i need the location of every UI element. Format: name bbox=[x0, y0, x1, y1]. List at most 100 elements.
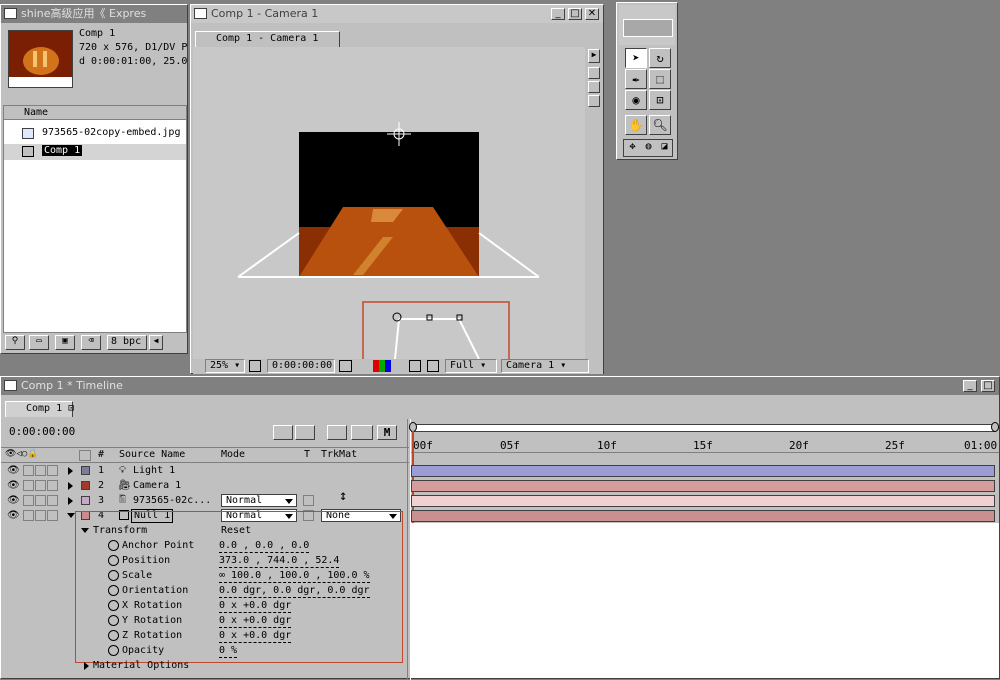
lock-switch[interactable] bbox=[47, 480, 58, 491]
work-area-end[interactable] bbox=[991, 422, 999, 432]
lock-switch[interactable] bbox=[47, 495, 58, 506]
transform-property-row[interactable]: Position 373.0 , 744.0 , 52.4 bbox=[1, 553, 409, 568]
rotation-tool-icon[interactable]: ↻ bbox=[649, 48, 671, 68]
expand-arrow-icon[interactable] bbox=[84, 662, 89, 670]
list-item[interactable]: Comp 1 bbox=[4, 144, 186, 160]
col-source-name[interactable]: Source Name bbox=[119, 449, 185, 460]
layer-name[interactable]: Light 1 bbox=[133, 463, 175, 478]
grid-icon[interactable] bbox=[588, 67, 600, 79]
transparency-icon[interactable] bbox=[427, 360, 439, 372]
layer-bar[interactable] bbox=[411, 495, 995, 507]
draft-3d-icon[interactable] bbox=[327, 425, 347, 440]
pen-tool-icon[interactable]: ✒ bbox=[625, 69, 647, 89]
stopwatch-icon[interactable] bbox=[108, 645, 119, 656]
property-value[interactable]: 0 x +0.0 dgr bbox=[219, 598, 292, 613]
eye-icon[interactable]: 👁 bbox=[7, 478, 20, 493]
snapshot-icon[interactable] bbox=[339, 360, 352, 372]
timeline-titlebar[interactable]: Comp 1 * Timeline _ □ bbox=[1, 377, 999, 395]
maximize-button[interactable]: □ bbox=[568, 8, 582, 20]
minimize-button[interactable]: _ bbox=[551, 8, 565, 20]
frame-blend-icon[interactable] bbox=[351, 425, 373, 440]
collapse-arrow-icon[interactable] bbox=[81, 528, 89, 533]
label-swatch[interactable] bbox=[81, 496, 90, 505]
expand-arrow-icon[interactable] bbox=[68, 467, 73, 475]
time-ruler[interactable]: 00f 05f 10f 15f 20f 25f 01:00 bbox=[411, 433, 999, 453]
scroll-left-icon[interactable]: ◀ bbox=[149, 335, 163, 350]
viewer-canvas[interactable] bbox=[193, 47, 585, 359]
viewer-timecode[interactable]: 0:00:00:00 bbox=[267, 359, 335, 373]
stopwatch-icon[interactable] bbox=[108, 555, 119, 566]
view-axis-icon[interactable]: ◪ bbox=[657, 141, 672, 155]
layer-row[interactable]: 👁 1 💡︎ Light 1 bbox=[1, 463, 409, 478]
tools-titlebar[interactable] bbox=[619, 5, 675, 45]
camera-view-select[interactable]: Camera 1 ▾ bbox=[501, 359, 589, 373]
hand-tool-icon[interactable]: ✋ bbox=[625, 115, 647, 135]
close-button[interactable]: ✕ bbox=[585, 8, 599, 20]
solo-switch[interactable] bbox=[35, 510, 46, 521]
transform-property-row[interactable]: Z Rotation 0 x +0.0 dgr bbox=[1, 628, 409, 643]
lock-switch[interactable] bbox=[47, 465, 58, 476]
audio-switch[interactable] bbox=[23, 465, 34, 476]
maximize-button[interactable]: □ bbox=[981, 380, 995, 392]
project-titlebar[interactable]: shine高级应用《 Expres bbox=[1, 5, 187, 23]
new-folder-icon[interactable]: ▭ bbox=[29, 335, 49, 350]
zoom-select[interactable]: 25% ▾ bbox=[205, 359, 245, 373]
eye-icon[interactable]: 👁 bbox=[7, 508, 20, 523]
find-icon[interactable]: ⚲ bbox=[5, 335, 25, 350]
region-icon[interactable] bbox=[409, 360, 421, 372]
expand-arrow-icon[interactable] bbox=[68, 497, 73, 505]
transform-property-row[interactable]: Scale ∞ 100.0 , 100.0 , 100.0 % bbox=[1, 568, 409, 583]
layer-row[interactable]: 👁 3 🖺 973565-02c... Normal ↕ bbox=[1, 489, 409, 508]
solo-switch[interactable] bbox=[35, 495, 46, 506]
layer-name[interactable]: 973565-02c... bbox=[133, 493, 211, 508]
selection-tool-icon[interactable]: ➤ bbox=[625, 48, 647, 68]
property-value[interactable]: 0 x +0.0 dgr bbox=[219, 628, 292, 643]
timeline-timecode[interactable]: 0:00:00:00 bbox=[9, 425, 75, 438]
zoom-tool-icon[interactable]: 🔍︎ bbox=[649, 115, 671, 135]
label-swatch[interactable] bbox=[81, 481, 90, 490]
safe-zone-icon[interactable] bbox=[588, 81, 600, 93]
audio-switch[interactable] bbox=[23, 480, 34, 491]
motion-blur-icon[interactable]: M bbox=[377, 425, 397, 440]
scroll-right-icon[interactable]: ▶ bbox=[588, 49, 600, 63]
audio-switch[interactable] bbox=[23, 495, 34, 506]
tab-comp1-timeline[interactable]: Comp 1 ⊡ bbox=[5, 401, 74, 417]
label-swatch[interactable] bbox=[81, 466, 90, 475]
stopwatch-icon[interactable] bbox=[108, 630, 119, 641]
stopwatch-icon[interactable] bbox=[108, 585, 119, 596]
transform-property-row[interactable]: Y Rotation 0 x +0.0 dgr bbox=[1, 613, 409, 628]
property-value[interactable]: 0.0 dgr, 0.0 dgr, 0.0 dgr bbox=[219, 583, 370, 598]
material-options-group[interactable]: Material Options bbox=[1, 658, 409, 673]
mode-select[interactable]: Normal bbox=[221, 494, 297, 507]
track-xy-camera-tool-icon[interactable]: ⊡ bbox=[649, 90, 671, 110]
world-axis-icon[interactable]: ◍ bbox=[641, 141, 656, 155]
rectangle-mask-tool-icon[interactable]: ⬚ bbox=[649, 69, 671, 89]
bpc-button[interactable]: 8 bpc bbox=[107, 335, 147, 350]
layer-bar[interactable] bbox=[411, 510, 995, 522]
lock-switch[interactable] bbox=[47, 510, 58, 521]
minimize-button[interactable]: _ bbox=[963, 380, 977, 392]
reset-link[interactable]: Reset bbox=[221, 523, 251, 538]
tab-comp-camera[interactable]: Comp 1 - Camera 1 bbox=[195, 31, 340, 47]
transform-property-row[interactable]: X Rotation 0 x +0.0 dgr bbox=[1, 598, 409, 613]
stopwatch-icon[interactable] bbox=[108, 570, 119, 581]
stopwatch-icon[interactable] bbox=[108, 615, 119, 626]
channels-icon[interactable] bbox=[373, 360, 391, 372]
comp-marker-icon[interactable] bbox=[273, 425, 293, 440]
transform-property-row[interactable]: Opacity 0 % bbox=[1, 643, 409, 658]
work-area-bar[interactable] bbox=[411, 424, 995, 432]
property-value[interactable]: 373.0 , 744.0 , 52.4 bbox=[219, 553, 340, 568]
trash-icon[interactable]: ⌫ bbox=[81, 335, 101, 350]
layer-bar[interactable] bbox=[411, 465, 995, 477]
property-value[interactable]: 0 % bbox=[219, 643, 238, 658]
property-value[interactable]: 0.0 , 0.0 , 0.0 bbox=[219, 538, 310, 553]
audio-switch[interactable] bbox=[23, 510, 34, 521]
resolution-select[interactable]: Full ▾ bbox=[445, 359, 497, 373]
local-axis-icon[interactable]: ✥ bbox=[625, 141, 640, 155]
eye-icon[interactable]: 👁 bbox=[7, 493, 20, 508]
transform-property-row[interactable]: Anchor Point 0.0 , 0.0 , 0.0 bbox=[1, 538, 409, 553]
preserve-transparency-checkbox[interactable] bbox=[303, 495, 314, 506]
new-comp-icon[interactable]: ▣ bbox=[55, 335, 75, 350]
layer-name[interactable]: Camera 1 bbox=[133, 478, 181, 493]
layer-row[interactable]: 👁 2 🎥︎ Camera 1 bbox=[1, 478, 409, 493]
